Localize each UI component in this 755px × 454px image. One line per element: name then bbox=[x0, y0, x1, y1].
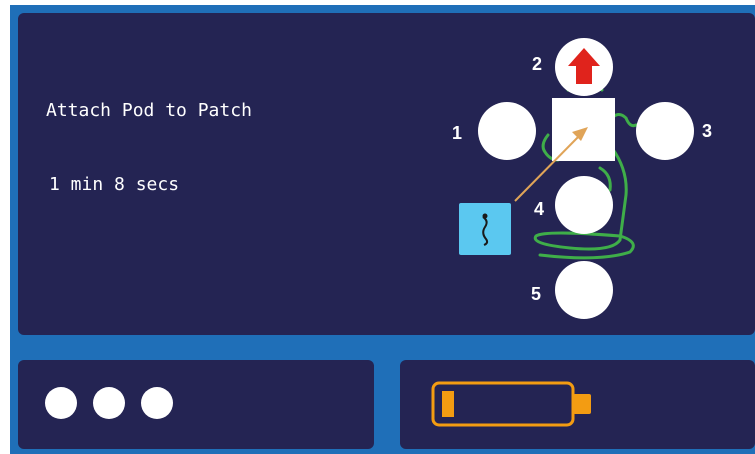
site-4-circle[interactable] bbox=[555, 176, 613, 234]
progress-dot bbox=[141, 387, 173, 419]
site-3-circle[interactable] bbox=[636, 102, 694, 160]
battery-low-icon bbox=[431, 381, 591, 427]
site-5-circle[interactable] bbox=[555, 261, 613, 319]
site-number: 2 bbox=[532, 54, 542, 74]
site-number: 3 bbox=[702, 121, 712, 141]
site-number: 1 bbox=[452, 123, 462, 143]
progress-dot bbox=[93, 387, 125, 419]
site-number: 4 bbox=[534, 199, 544, 219]
site-1-circle[interactable] bbox=[478, 102, 536, 160]
progress-dot bbox=[45, 387, 77, 419]
site-number: 5 bbox=[531, 284, 541, 304]
